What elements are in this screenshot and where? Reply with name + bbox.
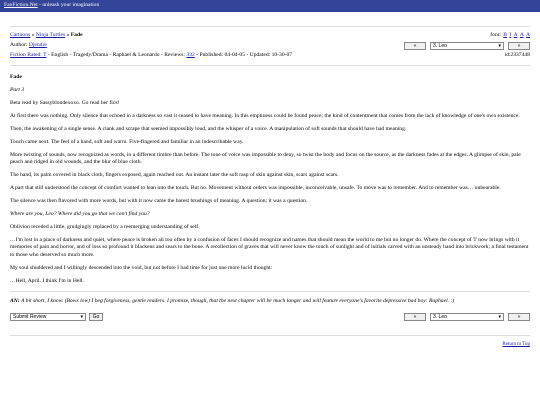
story-text: Fade Part 3 Beta read by Sassyblondexoxo… <box>10 66 530 285</box>
story-paragraph: At first there was nothing. Only silence… <box>10 112 520 119</box>
next-chapter-button[interactable]: » <box>508 313 530 322</box>
author-link[interactable]: Djendre <box>29 42 47 48</box>
chevron-down-icon: ▾ <box>498 42 501 49</box>
review-select-value: Submit Review <box>13 313 47 320</box>
story-paragraph: Oblivion receded a little, grudgingly re… <box>10 223 200 230</box>
font-size-medium-link[interactable]: A <box>520 32 524 38</box>
story-paragraph: My soul shuddered and I willingly descen… <box>10 264 273 271</box>
chapter-select[interactable]: 3. Leo ▾ <box>430 42 504 50</box>
beta-note: Beta read by Sassyblondexoxo. Go read he… <box>10 99 120 106</box>
author-note: AN: A bit short, I know. (Bows low) I be… <box>10 298 530 306</box>
review-select[interactable]: Submit Review ▾ <box>10 313 86 322</box>
story-paragraph: …Hell, April. I think I'm in Hell. <box>10 277 84 284</box>
font-size-small-link[interactable]: A <box>514 32 518 38</box>
story-id: id:2337448 <box>504 52 530 59</box>
chapter-select[interactable]: 3. Leo ▾ <box>430 313 504 322</box>
font-label: font: <box>490 32 503 39</box>
story-paragraph: A part that still understood the concept… <box>10 185 501 192</box>
story-meta: Fiction Rated: T - English - Tragedy/Dra… <box>10 52 292 60</box>
chevron-down-icon: ▾ <box>498 313 501 320</box>
chapter-select-value: 3. Leo <box>433 42 447 49</box>
chevron-down-icon: ▾ <box>80 313 83 320</box>
author-note-label: AN: <box>10 297 20 304</box>
story-paragraph: The hand, its palm covered in black clot… <box>10 172 339 179</box>
story-paragraph: …I'm lost in a place of darkness and qui… <box>10 236 529 258</box>
review-form: Submit Review ▾ Go <box>10 313 103 322</box>
chapter-select-value: 3. Leo <box>433 313 447 320</box>
site-logo-link[interactable]: FanFiction.Net <box>4 2 38 8</box>
footer: Return to Top <box>10 335 530 349</box>
chapter-nav-top: « 3. Leo ▾ » <box>404 42 530 50</box>
divider <box>10 290 530 292</box>
author-label: Author: <box>10 42 29 49</box>
breadcrumb-fandom-link[interactable]: Ninja Turtles <box>36 32 65 38</box>
breadcrumb-story-title: Fade <box>70 32 83 39</box>
story-title: Fade <box>10 74 22 80</box>
story-paragraph: Touch came next. The feel of a hand, sof… <box>10 138 244 145</box>
author-note-text: A bit short, I know. (Bows low) I beg fo… <box>19 297 455 304</box>
prev-chapter-button[interactable]: « <box>404 313 426 322</box>
site-header-bar: FanFiction.Net - unleash your imaginatio… <box>0 0 540 12</box>
story-header: Cartoons » Ninja Turtles » Fade font: B … <box>10 26 530 66</box>
site-tagline: - unleash your imagination <box>37 2 100 8</box>
reviews-link[interactable]: 332 <box>186 52 194 58</box>
return-to-top-link[interactable]: Return to Top <box>502 342 530 347</box>
story-paragraph: Then, the awakening of a single sense. A… <box>10 125 407 132</box>
story-part: Part 3 <box>10 86 25 93</box>
font-size-large-link[interactable]: A <box>526 32 530 38</box>
next-chapter-button[interactable]: » <box>508 42 530 50</box>
go-button[interactable]: Go <box>89 313 103 322</box>
font-controls: font: B I A A A <box>490 32 530 40</box>
author-line: Author: Djendre <box>10 42 47 50</box>
prev-chapter-button[interactable]: « <box>404 42 426 50</box>
breadcrumb-category-link[interactable]: Cartoons <box>10 32 30 38</box>
font-bold-link[interactable]: B <box>503 32 507 38</box>
chapter-nav-bottom: « 3. Leo ▾ » <box>404 313 530 322</box>
meta-text: - English - Tragedy/Drama - Raphael & Le… <box>46 52 187 59</box>
bottom-controls: Submit Review ▾ Go « 3. Leo ▾ » <box>10 313 530 322</box>
breadcrumb: Cartoons » Ninja Turtles » Fade <box>10 32 83 40</box>
story-paragraph: More twisting of sounds, now recognized … <box>10 151 521 166</box>
story-paragraph: The silence was then flavored with more … <box>10 197 308 204</box>
story-paragraph: Where are you, Leo? Where did you go tha… <box>10 210 150 217</box>
rating-link[interactable]: Fiction Rated: T <box>10 52 46 58</box>
meta-dates: - Published: 04-04-05 - Updated: 10-30-0… <box>194 52 293 59</box>
font-italic-link[interactable]: I <box>509 32 511 38</box>
